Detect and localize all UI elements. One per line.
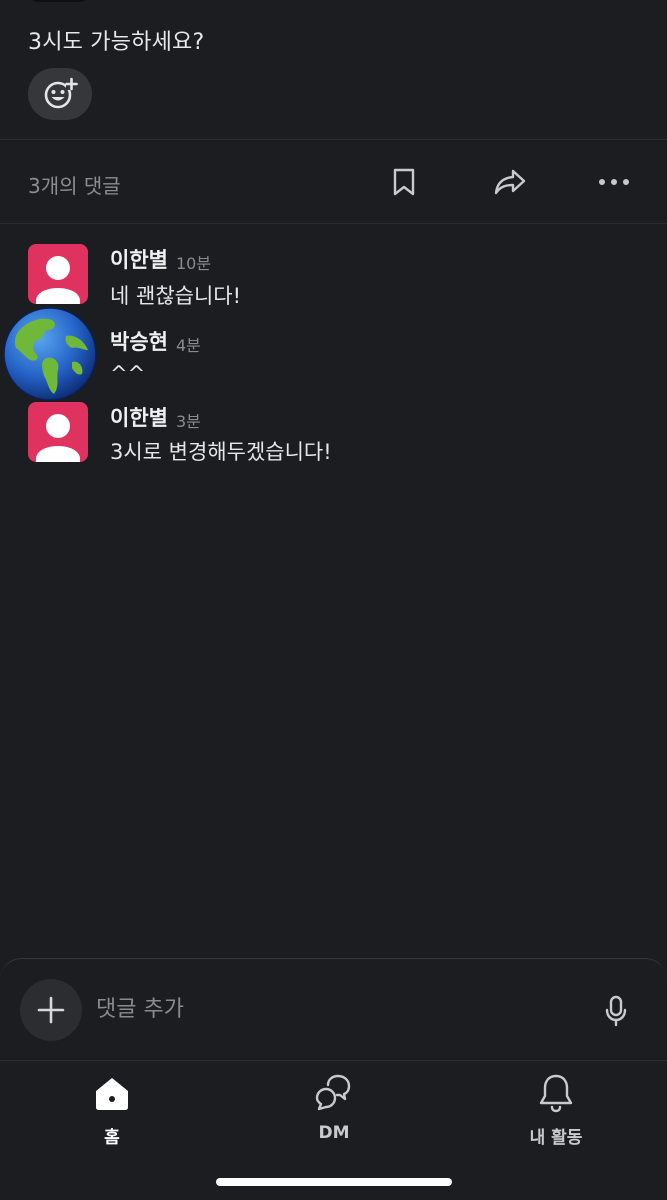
divider bbox=[0, 223, 667, 224]
default-user-avatar bbox=[36, 414, 80, 462]
nav-activity[interactable]: 내 활동 bbox=[486, 1071, 626, 1161]
more-options-button[interactable] bbox=[594, 162, 634, 202]
nav-home-label: 홈 bbox=[104, 1128, 120, 1148]
more-icon bbox=[599, 179, 629, 185]
share-button[interactable] bbox=[490, 162, 530, 202]
bookmark-icon bbox=[393, 168, 415, 196]
comment-item: 이한별 10분 네 괜찮습니다! bbox=[0, 240, 667, 318]
comment-time: 10분 bbox=[176, 254, 212, 273]
comment-text: 네 괜찮습니다! bbox=[110, 284, 242, 308]
voice-input-button[interactable] bbox=[598, 991, 634, 1031]
home-icon bbox=[96, 1078, 128, 1110]
previous-avatar-fragment bbox=[30, 0, 88, 2]
dm-chat-icon bbox=[315, 1074, 351, 1111]
comment-input[interactable] bbox=[96, 989, 576, 1029]
comment-time: 3분 bbox=[176, 412, 201, 431]
nav-dm[interactable]: DM bbox=[264, 1071, 404, 1161]
comment-time: 4분 bbox=[176, 336, 201, 355]
comment-item: 박승현 4분 ^^ bbox=[0, 307, 667, 401]
thread-screen: 3시도 가능하세요? 3개의 댓글 이한별 10분 네 괜찮습니다! 박승현 4… bbox=[0, 0, 667, 1200]
bell-icon bbox=[539, 1074, 573, 1113]
comment-item: 이한별 3분 3시로 변경해두겠습니다! bbox=[0, 398, 667, 476]
plus-icon bbox=[37, 996, 65, 1024]
microphone-icon bbox=[605, 995, 627, 1027]
nav-activity-label: 내 활동 bbox=[529, 1128, 583, 1148]
add-reaction-icon bbox=[44, 77, 78, 109]
thread-action-bar: 3개의 댓글 bbox=[0, 140, 667, 224]
comment-author[interactable]: 박승현 bbox=[110, 326, 168, 356]
default-user-avatar bbox=[36, 256, 80, 304]
comment-author[interactable]: 이한별 bbox=[110, 244, 168, 274]
comment-text: ^^ bbox=[110, 362, 146, 386]
globe-avatar bbox=[3, 307, 97, 401]
home-indicator[interactable] bbox=[216, 1178, 452, 1186]
add-attachment-button[interactable] bbox=[20, 979, 82, 1041]
post-message: 3시도 가능하세요? bbox=[28, 30, 205, 55]
user-avatar[interactable] bbox=[2, 306, 98, 402]
add-reaction-button[interactable] bbox=[28, 68, 92, 120]
comment-author[interactable]: 이한별 bbox=[110, 402, 168, 432]
comment-text: 3시로 변경해두겠습니다! bbox=[110, 440, 332, 464]
nav-home[interactable]: 홈 bbox=[42, 1071, 182, 1161]
bookmark-button[interactable] bbox=[384, 162, 424, 202]
user-avatar[interactable] bbox=[28, 244, 88, 304]
nav-dm-label: DM bbox=[318, 1123, 350, 1143]
comment-composer bbox=[0, 958, 667, 1060]
share-icon bbox=[494, 169, 526, 195]
user-avatar[interactable] bbox=[28, 402, 88, 462]
comment-count: 3개의 댓글 bbox=[28, 174, 121, 198]
